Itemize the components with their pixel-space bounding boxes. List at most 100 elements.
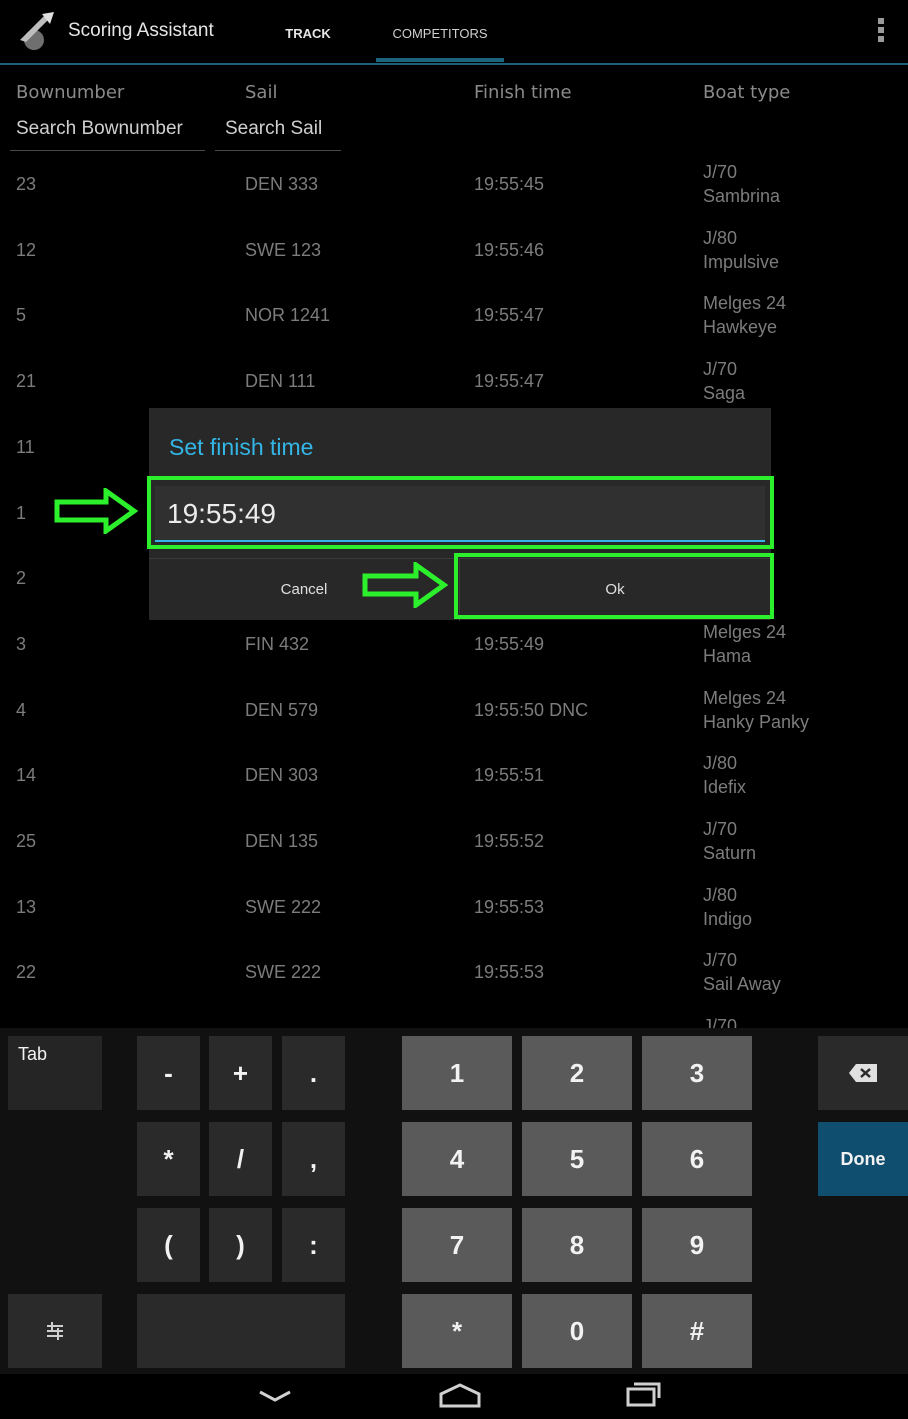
period-key[interactable]: . [282, 1036, 345, 1110]
cell-sail: NOR 1241 [245, 305, 331, 326]
digit-0-key[interactable]: 0 [522, 1294, 632, 1368]
keyboard-settings-button[interactable] [8, 1294, 102, 1368]
search-sail-placeholder: Search Sail [225, 118, 323, 139]
table-row[interactable]: 3 FIN 432 19:55:49 Melges 24 Hama [0, 622, 908, 688]
table-row[interactable]: 5 NOR 1241 19:55:47 Melges 24 Hawkeye [0, 293, 908, 359]
cell-boat-class: J/70 [703, 819, 738, 839]
comma-key[interactable]: , [282, 1122, 345, 1196]
cell-bownumber: 3 [16, 633, 27, 654]
cell-sail: SWE 222 [245, 962, 322, 983]
minus-key[interactable]: - [137, 1036, 200, 1110]
cell-finish-time: 19:55:49 [474, 633, 545, 654]
cell-bownumber: 14 [16, 765, 37, 786]
tab-competitors-label: COMPETITORS [392, 26, 488, 41]
header-boat-type[interactable]: Boat type [703, 82, 790, 103]
slash-key[interactable]: / [209, 1122, 272, 1196]
dialog-title: Set finish time [169, 434, 314, 460]
cell-boat-class: J/70 [703, 359, 738, 380]
cell-finish-time: 19:55:53 [474, 896, 545, 917]
pound-key[interactable]: # [642, 1294, 752, 1368]
sliders-icon [47, 1322, 63, 1340]
numeric-keyboard: Tab - + . * / , ( ) : 1 2 3 4 5 6 7 8 9 … [0, 1028, 908, 1374]
search-sail-input[interactable]: Search Sail [215, 118, 341, 151]
digit-2-key[interactable]: 2 [522, 1036, 632, 1110]
close-paren-key[interactable]: ) [209, 1208, 272, 1282]
recents-icon[interactable] [625, 1380, 661, 1408]
tab-competitors[interactable]: COMPETITORS [376, 0, 504, 64]
tab-key[interactable]: Tab [8, 1036, 102, 1110]
digit-5-key[interactable]: 5 [522, 1122, 632, 1196]
cell-sail: DEN 333 [245, 174, 319, 194]
digit-9-key[interactable]: 9 [642, 1208, 752, 1282]
table-row[interactable]: 14 DEN 303 19:55:51 J/80 Idefix [0, 753, 908, 819]
app-title: Scoring Assistant [68, 20, 214, 41]
cell-finish-time: 19:55:45 [474, 174, 545, 194]
cell-sail: DEN 303 [245, 765, 319, 786]
header-bownumber[interactable]: Bownumber [16, 82, 124, 103]
space-key[interactable] [137, 1294, 345, 1368]
tab-track-label: TRACK [285, 26, 331, 41]
ok-highlight-box [454, 553, 774, 619]
table-row[interactable]: 12 SWE 123 19:55:46 J/80 Impulsive [0, 228, 908, 294]
cell-boat-name: Sail Away [703, 974, 781, 995]
table-row[interactable]: 25 DEN 135 19:55:52 J/70 Saturn [0, 819, 908, 885]
cell-bownumber: 12 [16, 239, 37, 260]
cell-boat-class: J/80 [703, 227, 738, 248]
cell-bownumber: 21 [16, 371, 37, 392]
cell-boat-class: Melges 24 [703, 621, 787, 642]
arrow-right-icon [362, 562, 448, 608]
cell-boat-name: Hawkeye [703, 317, 778, 338]
home-icon[interactable] [438, 1382, 482, 1408]
cell-finish-time: 19:55:52 [474, 831, 545, 851]
tab-track[interactable]: TRACK [272, 0, 344, 64]
cell-boat-name: Hanky Panky [703, 711, 810, 732]
cell-bownumber: 5 [16, 305, 27, 326]
table-row[interactable]: 23 DEN 333 19:55:45 J/70 Sambrina [0, 162, 908, 228]
cell-finish-time: 19:55:50 DNC [474, 699, 589, 720]
plus-key[interactable]: + [209, 1036, 272, 1110]
cell-bownumber: 22 [16, 962, 37, 983]
table-row[interactable]: 22 SWE 222 19:55:53 J/70 Sail Away [0, 950, 908, 1016]
input-highlight-box [147, 476, 774, 549]
cell-boat-name: Indigo [703, 908, 753, 929]
cell-finish-time: 19:55:53 [474, 962, 545, 983]
cell-bownumber: 4 [16, 699, 27, 720]
digit-7-key[interactable]: 7 [402, 1208, 512, 1282]
star-key[interactable]: * [402, 1294, 512, 1368]
table-row[interactable]: 4 DEN 579 19:55:50 DNC Melges 24 Hanky Panky [0, 688, 908, 754]
open-paren-key[interactable]: ( [137, 1208, 200, 1282]
arrow-right-icon [54, 488, 138, 534]
cell-boat-class: J/80 [703, 884, 738, 905]
colon-key[interactable]: : [282, 1208, 345, 1282]
digit-1-key[interactable]: 1 [402, 1036, 512, 1110]
digit-3-key[interactable]: 3 [642, 1036, 752, 1110]
digit-4-key[interactable]: 4 [402, 1122, 512, 1196]
cell-bownumber: 25 [16, 831, 37, 851]
search-bownumber-placeholder: Search Bownumber [16, 118, 183, 139]
cell-bownumber: 13 [16, 896, 37, 917]
cell-bownumber: 1 [16, 502, 27, 523]
cell-finish-time: 19:55:46 [474, 239, 545, 260]
digit-8-key[interactable]: 8 [522, 1208, 632, 1282]
overflow-menu-icon[interactable] [878, 18, 886, 48]
table-row[interactable]: 13 SWE 222 19:55:53 J/80 Indigo [0, 885, 908, 951]
header-finish-time[interactable]: Finish time [474, 82, 572, 103]
action-bar: Scoring Assistant TRACK COMPETITORS [0, 0, 908, 64]
cell-boat-name: Impulsive [703, 251, 780, 272]
header-sail[interactable]: Sail [245, 82, 277, 103]
cell-finish-time: 19:55:47 [474, 305, 545, 326]
cell-sail: DEN 135 [245, 831, 319, 851]
search-bownumber-input[interactable]: Search Bownumber [10, 118, 205, 151]
done-key[interactable]: Done [818, 1122, 908, 1196]
backspace-icon [849, 1064, 877, 1082]
cell-bownumber: 11 [16, 436, 35, 457]
digit-6-key[interactable]: 6 [642, 1122, 752, 1196]
cell-boat-class: Melges 24 [703, 687, 787, 708]
cell-boat-name: Idefix [703, 777, 747, 798]
backspace-key[interactable] [818, 1036, 908, 1110]
asterisk-key[interactable]: * [137, 1122, 200, 1196]
cell-boat-name: Saturn [703, 843, 757, 863]
cell-boat-class: J/80 [703, 753, 738, 774]
back-chevron-icon[interactable] [258, 1388, 292, 1404]
cell-bownumber: 23 [16, 174, 37, 194]
